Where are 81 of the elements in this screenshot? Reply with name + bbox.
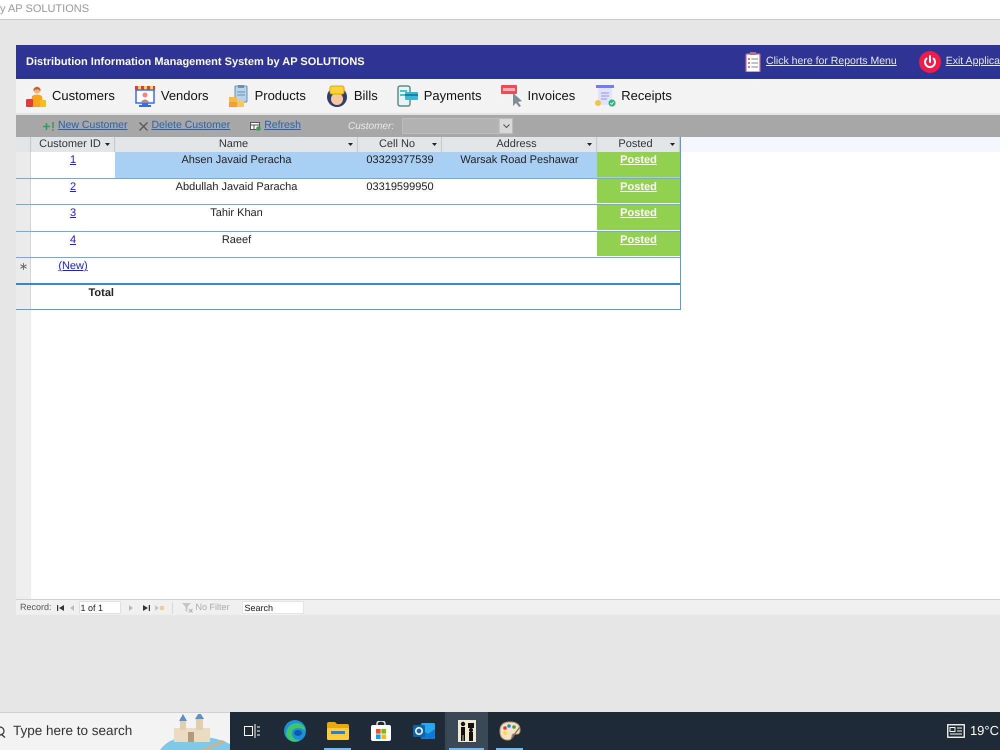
nav-button[interactable]: Products xyxy=(228,85,306,107)
person-sign-icon xyxy=(324,85,349,107)
dropdown-button[interactable] xyxy=(499,119,512,133)
news-icon xyxy=(946,724,965,738)
customer-id-link[interactable]: 1 xyxy=(70,154,76,167)
figures-icon xyxy=(458,720,476,742)
table-cell-text: Raeef xyxy=(222,234,252,248)
task-view-icon xyxy=(244,724,260,738)
table-cell-text: Warsak Road Peshawar xyxy=(460,154,579,168)
storefront-icon xyxy=(134,85,156,107)
browser-icon xyxy=(284,720,306,742)
nav-button[interactable]: Invoices xyxy=(500,85,576,107)
plus-exclamation-icon xyxy=(43,122,55,130)
previous-record-icon xyxy=(70,604,74,610)
phone-card-icon xyxy=(396,85,419,107)
reports-link[interactable]: Click here for Reports Menu xyxy=(745,52,897,72)
store-bag-icon xyxy=(370,721,390,741)
first-record-icon xyxy=(56,604,64,610)
palette-icon xyxy=(498,721,520,741)
link-label[interactable]: Click here for Reports Menu xyxy=(766,54,897,70)
last-record-button[interactable] xyxy=(142,604,150,610)
running-indicator xyxy=(449,748,484,750)
new-record-icon xyxy=(154,604,164,610)
chevron-down-icon xyxy=(502,124,510,128)
total-label: Total xyxy=(88,286,114,300)
running-indicator xyxy=(324,748,351,750)
customer-filter-label: Customer: xyxy=(348,120,394,134)
table-cell-text: Abdullah Javaid Paracha xyxy=(176,180,298,194)
new-record-link[interactable]: (New) xyxy=(58,260,88,273)
running-indicator xyxy=(496,748,523,750)
nav-button[interactable]: Bills xyxy=(324,85,378,107)
weather-temperature: 19°C xyxy=(970,722,999,740)
table-row[interactable]: 3 Tahir Khan Posted xyxy=(16,205,680,232)
link-label[interactable]: Exit Applica xyxy=(946,54,1000,70)
nav-button[interactable]: Payments xyxy=(396,85,482,107)
castle-drawing xyxy=(160,714,230,750)
mail-icon xyxy=(412,721,434,741)
table-row[interactable]: 4 Raeef Posted xyxy=(16,232,680,258)
exit-link[interactable]: Exit Applica xyxy=(918,51,1000,73)
clipboard-icon xyxy=(745,52,761,72)
table-cell-text: 03329377539 xyxy=(366,154,434,168)
last-record-icon xyxy=(142,604,150,610)
sort-caret-icon xyxy=(432,143,437,146)
search-field[interactable]: Search xyxy=(242,601,304,614)
close-icon xyxy=(139,122,148,130)
table-row[interactable]: 1 Ahsen Javaid Peracha 03329377539 Warsak Road Peshawar Posted xyxy=(16,152,680,178)
table-row[interactable]: 2 Abdullah Javaid Paracha 03319599950 Posted xyxy=(16,178,680,205)
table-icon xyxy=(250,122,262,130)
sort-caret-icon xyxy=(587,143,592,146)
filter-clear-icon xyxy=(182,602,193,612)
sort-caret-icon xyxy=(105,143,110,146)
next-record-icon xyxy=(128,604,133,610)
customer-combo-field[interactable] xyxy=(402,118,514,134)
first-record-button[interactable] xyxy=(56,604,64,610)
customer-id-link[interactable]: 3 xyxy=(70,207,76,220)
record-label: Record: xyxy=(20,603,52,612)
record-position-field[interactable]: 1 of 1 xyxy=(78,601,121,614)
sort-caret-icon xyxy=(670,143,675,146)
table-cell-text: Ahsen Javaid Peracha xyxy=(181,154,292,168)
nav-button[interactable]: Customers xyxy=(25,85,115,107)
search-icon xyxy=(0,726,6,738)
window-title: y AP SOLUTIONS xyxy=(0,4,90,15)
new-record-selector[interactable] xyxy=(16,258,31,282)
customer-id-link[interactable]: 2 xyxy=(70,180,76,194)
sort-caret-icon xyxy=(348,143,353,146)
taskbar-search-input[interactable]: Type here to search xyxy=(13,721,153,742)
customer-id-link[interactable]: 4 xyxy=(70,234,76,246)
table-cell-text: 03319599950 xyxy=(366,180,434,194)
nav-button[interactable]: Receipts xyxy=(594,85,672,107)
tag-cursor-icon xyxy=(500,85,523,107)
app-title: Distribution Information Management System by AP SOLUTIONS xyxy=(26,54,365,70)
power-icon xyxy=(918,51,941,73)
taskbar-app-button[interactable] xyxy=(445,712,488,750)
receipt-check-icon xyxy=(594,85,616,107)
folder-icon xyxy=(326,722,348,740)
nav-button[interactable]: Vendors xyxy=(134,85,209,107)
clipboard-boxes-icon xyxy=(228,85,250,107)
person-bags-icon xyxy=(25,85,47,107)
taskbar-search-box[interactable]: Type here to search xyxy=(0,712,230,750)
table-cell-text: Tahir Khan xyxy=(210,207,263,221)
asterisk-icon xyxy=(20,263,26,270)
